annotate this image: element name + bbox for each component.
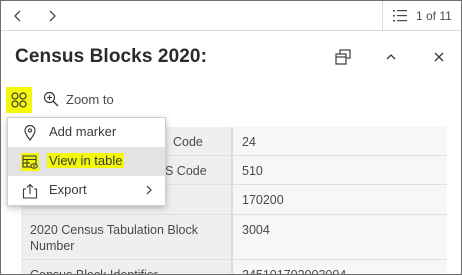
export-icon <box>22 183 38 199</box>
chevron-right-icon <box>49 10 56 22</box>
previous-feature-button[interactable] <box>7 5 29 27</box>
field-value: 24 <box>233 127 447 155</box>
table-view-icon <box>21 153 39 171</box>
field-value: 3004 <box>233 215 447 259</box>
menu-item-label: Export <box>49 182 87 197</box>
nav-divider <box>382 1 383 31</box>
menu-item-label: Add marker <box>49 124 117 139</box>
dock-icon <box>335 49 351 65</box>
close-button[interactable] <box>427 45 451 69</box>
field-label: 2020 Census Tabulation Block Number <box>21 215 233 259</box>
table-row: Census Block Identifier 245101702003004 <box>21 260 447 274</box>
pin-icon <box>22 125 38 141</box>
zoom-to-label: Zoom to <box>66 91 114 107</box>
zoom-to-button[interactable]: Zoom to <box>43 89 114 109</box>
field-value: 170200 <box>233 185 447 214</box>
popup-title: Census Blocks 2020: <box>15 46 207 67</box>
actions-grid-icon <box>11 92 27 108</box>
dock-button[interactable] <box>331 45 355 69</box>
next-feature-button[interactable] <box>41 5 63 27</box>
chevron-left-icon <box>14 10 21 22</box>
popup-header: Census Blocks 2020: <box>1 31 461 83</box>
table-row: 2020 Census Tabulation Block Number 3004 <box>21 215 447 260</box>
feature-navigation-bar: 1 of 11 <box>1 1 461 31</box>
feature-page-count: 1 of 11 <box>416 9 452 23</box>
field-value: 245101702003004 <box>233 260 447 274</box>
actions-menu: Add marker View in table Export <box>7 117 166 206</box>
more-actions-button[interactable] <box>6 87 32 113</box>
chevron-up-icon <box>386 54 396 60</box>
collapse-button[interactable] <box>379 45 403 69</box>
zoom-in-icon <box>43 91 59 107</box>
field-label: Census Block Identifier <box>21 260 233 274</box>
feature-list-icon[interactable] <box>392 8 408 24</box>
menu-item-add-marker[interactable]: Add marker <box>8 118 165 147</box>
menu-item-label: View in table <box>47 153 125 168</box>
chevron-right-icon <box>146 185 152 195</box>
popup-window: 1 of 11 Census Blocks 2020: Zoom to Code… <box>0 0 462 275</box>
menu-item-view-in-table[interactable]: View in table <box>8 147 165 176</box>
popup-actions-bar: Zoom to <box>1 83 461 115</box>
close-icon <box>434 52 444 62</box>
menu-item-export[interactable]: Export <box>8 176 165 205</box>
field-value: 510 <box>233 156 447 184</box>
